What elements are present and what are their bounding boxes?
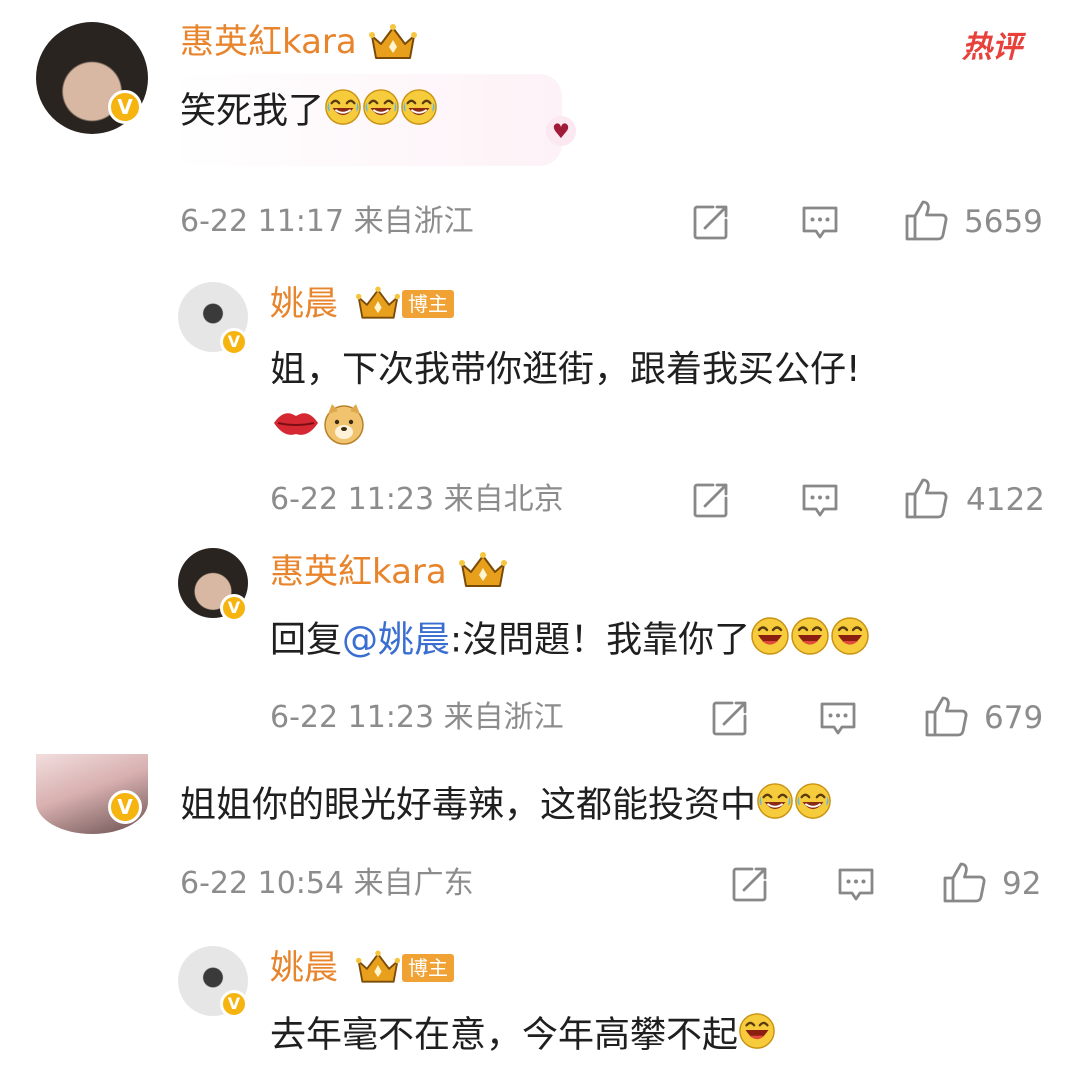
like-count: 679 [984, 700, 1044, 736]
grin-emoji [750, 616, 790, 667]
lips-emoji [272, 404, 320, 442]
comment-text: 笑死我了 [180, 88, 438, 137]
comment-icon[interactable] [800, 480, 840, 520]
share-icon[interactable] [730, 864, 770, 904]
grin-emoji [830, 616, 870, 667]
crown-icon [368, 22, 418, 62]
blogger-tag: 博主 [402, 954, 454, 982]
timestamp: 6-22 11:23 [270, 700, 435, 735]
commenter-name[interactable]: 惠英紅kara [180, 22, 357, 62]
laugh-cry-emoji [794, 782, 832, 831]
location: 来自浙江 [353, 204, 474, 239]
crown-icon [458, 550, 508, 590]
comment-icon[interactable] [818, 698, 858, 738]
comment-meta: 6-22 11:17 来自浙江 [180, 204, 474, 240]
verified-badge: V [220, 328, 248, 356]
laugh-cry-emoji [362, 88, 400, 137]
truncation-fade [822, 1012, 1080, 1068]
share-icon[interactable] [691, 202, 731, 242]
grin-emoji [790, 616, 830, 667]
comment-text: 回复@姚晨:沒問題！我靠你了 [270, 616, 870, 667]
share-icon[interactable] [710, 698, 750, 738]
timestamp: 6-22 11:17 [180, 204, 345, 239]
hot-comment-badge: 热评 [962, 30, 1022, 65]
like-count: 92 [1002, 866, 1042, 902]
comment-meta: 6-22 10:54 来自广东 [180, 866, 474, 902]
crown-icon [355, 948, 401, 986]
heart-icon: ♥ [546, 116, 576, 146]
timestamp: 6-22 10:54 [180, 866, 345, 901]
location: 来自浙江 [443, 700, 564, 735]
laugh-cry-emoji [324, 88, 362, 137]
blogger-tag: 博主 [402, 290, 454, 318]
comment-text: 去年毫不在意，今年高攀不起 [270, 1012, 776, 1061]
thumbs-up-icon[interactable] [924, 694, 968, 738]
thumbs-up-icon[interactable] [904, 476, 948, 520]
thumbs-up-icon[interactable] [942, 860, 986, 904]
comment-meta: 6-22 11:23 来自北京 [270, 482, 564, 518]
verified-badge: V [220, 990, 248, 1018]
thumbs-up-icon[interactable] [904, 198, 948, 242]
grimace-emoji [738, 1012, 776, 1061]
verified-badge: V [220, 594, 248, 622]
laugh-cry-emoji [756, 782, 794, 831]
comment-meta: 6-22 11:23 来自浙江 [270, 700, 564, 736]
doge-emoji [322, 402, 366, 446]
mention-link[interactable]: @姚晨 [342, 620, 450, 661]
verified-badge: V [108, 90, 142, 124]
timestamp: 6-22 11:23 [270, 482, 435, 517]
like-count: 4122 [966, 482, 1045, 518]
comment-text: 姐姐你的眼光好毒辣，这都能投资中 [180, 782, 832, 831]
location: 来自北京 [443, 482, 564, 517]
commenter-name[interactable]: 姚晨 [270, 284, 338, 324]
commenter-name[interactable]: 惠英紅kara [270, 552, 447, 592]
verified-badge: V [108, 790, 142, 824]
commenter-name[interactable]: 姚晨 [270, 948, 338, 988]
comment-text: 姐，下次我带你逛街，跟着我买公仔! [270, 349, 861, 390]
laugh-cry-emoji [400, 88, 438, 137]
crown-icon [355, 284, 401, 322]
comment-icon[interactable] [800, 202, 840, 242]
like-count: 5659 [964, 204, 1043, 240]
share-icon[interactable] [691, 480, 731, 520]
comment-icon[interactable] [836, 864, 876, 904]
location: 来自广东 [353, 866, 474, 901]
